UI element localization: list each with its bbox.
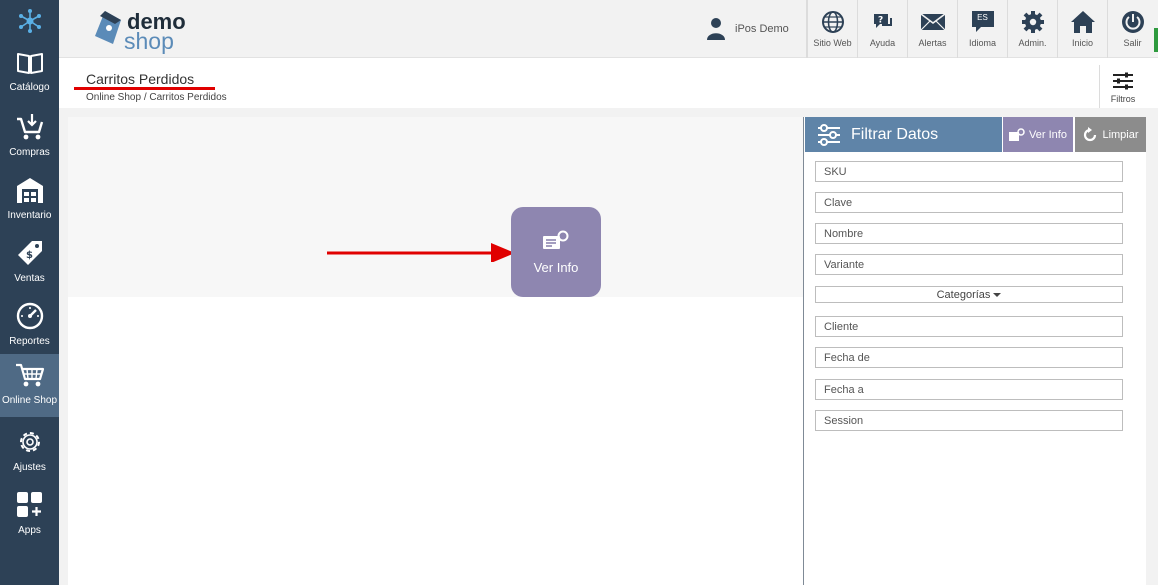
gauge-icon: [16, 302, 43, 330]
header-button-label: Salir: [1123, 38, 1142, 48]
header-button-label: Inicio: [1071, 38, 1093, 48]
gear-icon: [1021, 11, 1044, 33]
language-icon: ES: [971, 10, 995, 34]
nombre-input[interactable]: [815, 223, 1123, 244]
filter-clear-label: Limpiar: [1102, 128, 1139, 141]
filter-ver-info-label: Ver Info: [1029, 128, 1067, 141]
page-title: Carritos Perdidos: [86, 71, 195, 87]
header-button-admin[interactable]: Admin.: [1007, 0, 1057, 58]
header-button-alertas[interactable]: Alertas: [907, 0, 957, 58]
sidebar-item-label: Ventas: [14, 273, 45, 284]
sidebar-item-label: Online Shop: [1, 395, 58, 406]
svg-text:$: $: [26, 250, 33, 261]
filter-panel-title: Filtrar Datos: [851, 125, 939, 143]
refresh-icon: [1084, 126, 1097, 141]
home-icon: [1070, 11, 1095, 33]
brand-logo[interactable]: demo shop: [91, 6, 201, 54]
header-button-salir[interactable]: Salir: [1107, 0, 1157, 58]
envelope-icon: [920, 13, 945, 31]
price-tag-icon: $: [17, 241, 42, 265]
svg-text:?: ?: [878, 16, 883, 26]
content-area: Ver Info: [68, 117, 803, 585]
user-avatar-icon: [707, 18, 725, 40]
sidebar-item-label: Ajustes: [13, 462, 46, 473]
sliders-icon: [818, 123, 840, 146]
power-icon: [1121, 11, 1144, 33]
top-header: demo shop iPos Demo Sitio Web ? Ayuda Al…: [59, 0, 1158, 58]
sidebar-item-compras[interactable]: Compras: [0, 106, 59, 169]
shopping-cart-icon: [15, 363, 44, 387]
action-area: [68, 117, 803, 297]
cart-download-icon: [16, 114, 43, 140]
cliente-input[interactable]: [815, 316, 1123, 337]
user-name: iPos Demo: [735, 23, 789, 35]
breadcrumb: Online Shop / Carritos Perdidos: [86, 92, 227, 103]
language-badge: ES: [977, 13, 988, 22]
clave-input[interactable]: [815, 192, 1123, 213]
sidebar-item-label: Apps: [18, 525, 41, 536]
warehouse-icon: [16, 178, 43, 203]
header-button-inicio[interactable]: Inicio: [1057, 0, 1107, 58]
filter-panel: Filtrar Datos Ver Info Limpiar Categoría…: [803, 117, 1146, 585]
filter-clear-button[interactable]: Limpiar: [1075, 117, 1146, 152]
gear-icon: [19, 432, 40, 452]
sidebar-item-apps[interactable]: Apps: [0, 484, 59, 547]
sidebar-item-ventas[interactable]: $ Ventas: [0, 232, 59, 295]
header-button-label: Ayuda: [869, 38, 896, 48]
network-logo-icon[interactable]: [0, 0, 59, 42]
info-card-icon: [1009, 127, 1025, 141]
sku-input[interactable]: [815, 161, 1123, 182]
page-title-bar: Carritos Perdidos Online Shop / Carritos…: [68, 65, 1146, 108]
ver-info-label: Ver Info: [533, 259, 579, 275]
help-chat-icon: ?: [873, 14, 892, 28]
sidebar-item-reportes[interactable]: Reportes: [0, 295, 59, 358]
info-card-icon: [543, 230, 569, 249]
variante-input[interactable]: [815, 254, 1123, 275]
categorias-dropdown[interactable]: Categorías: [815, 286, 1123, 303]
user-menu[interactable]: iPos Demo: [707, 0, 807, 58]
right-gutter: [1146, 108, 1158, 585]
book-icon: [16, 53, 43, 74]
categorias-label: Categorías: [936, 288, 991, 301]
annotation-arrow-icon: [327, 243, 515, 262]
header-button-label: Admin.: [1018, 38, 1047, 48]
globe-icon: [821, 11, 844, 33]
fecha-de-input[interactable]: [815, 347, 1123, 368]
sidebar-item-label: Inventario: [7, 210, 52, 221]
caret-down-icon: [993, 292, 1002, 297]
status-strip: [1154, 28, 1158, 52]
ver-info-button[interactable]: Ver Info: [511, 207, 601, 297]
filters-toggle-button[interactable]: Filtros: [1099, 65, 1146, 108]
sidebar-item-label: Compras: [9, 147, 50, 158]
sliders-icon: [1113, 72, 1133, 90]
sidebar-item-online-shop[interactable]: Online Shop: [0, 354, 59, 417]
filter-panel-header: Filtrar Datos: [805, 117, 1002, 152]
sidebar-item-inventario[interactable]: Inventario: [0, 169, 59, 232]
sidebar-item-label: Reportes: [9, 336, 50, 347]
fecha-a-input[interactable]: [815, 379, 1123, 400]
sidebar-item-label: Catálogo: [9, 82, 50, 93]
header-button-label: Alertas: [918, 38, 947, 48]
sidebar: Catálogo Compras Inventario $ Ventas Rep…: [0, 0, 59, 585]
header-button-ayuda[interactable]: ? Ayuda: [857, 0, 907, 58]
header-button-sitio-web[interactable]: Sitio Web: [807, 0, 857, 58]
sidebar-item-catalogo[interactable]: Catálogo: [0, 43, 59, 106]
annotation-underline: [74, 87, 215, 90]
apps-grid-icon: [16, 492, 42, 517]
filters-toggle-label: Filtros: [1110, 94, 1136, 104]
tag-logo-icon: [95, 11, 121, 44]
header-button-idioma[interactable]: ES Idioma: [957, 0, 1007, 58]
header-button-label: Sitio Web: [813, 38, 852, 48]
filter-ver-info-button[interactable]: Ver Info: [1003, 117, 1073, 152]
sidebar-item-ajustes[interactable]: Ajustes: [0, 421, 59, 484]
header-button-label: Idioma: [968, 38, 996, 48]
session-input[interactable]: [815, 410, 1123, 431]
brand-text-shop: shop: [124, 28, 174, 54]
